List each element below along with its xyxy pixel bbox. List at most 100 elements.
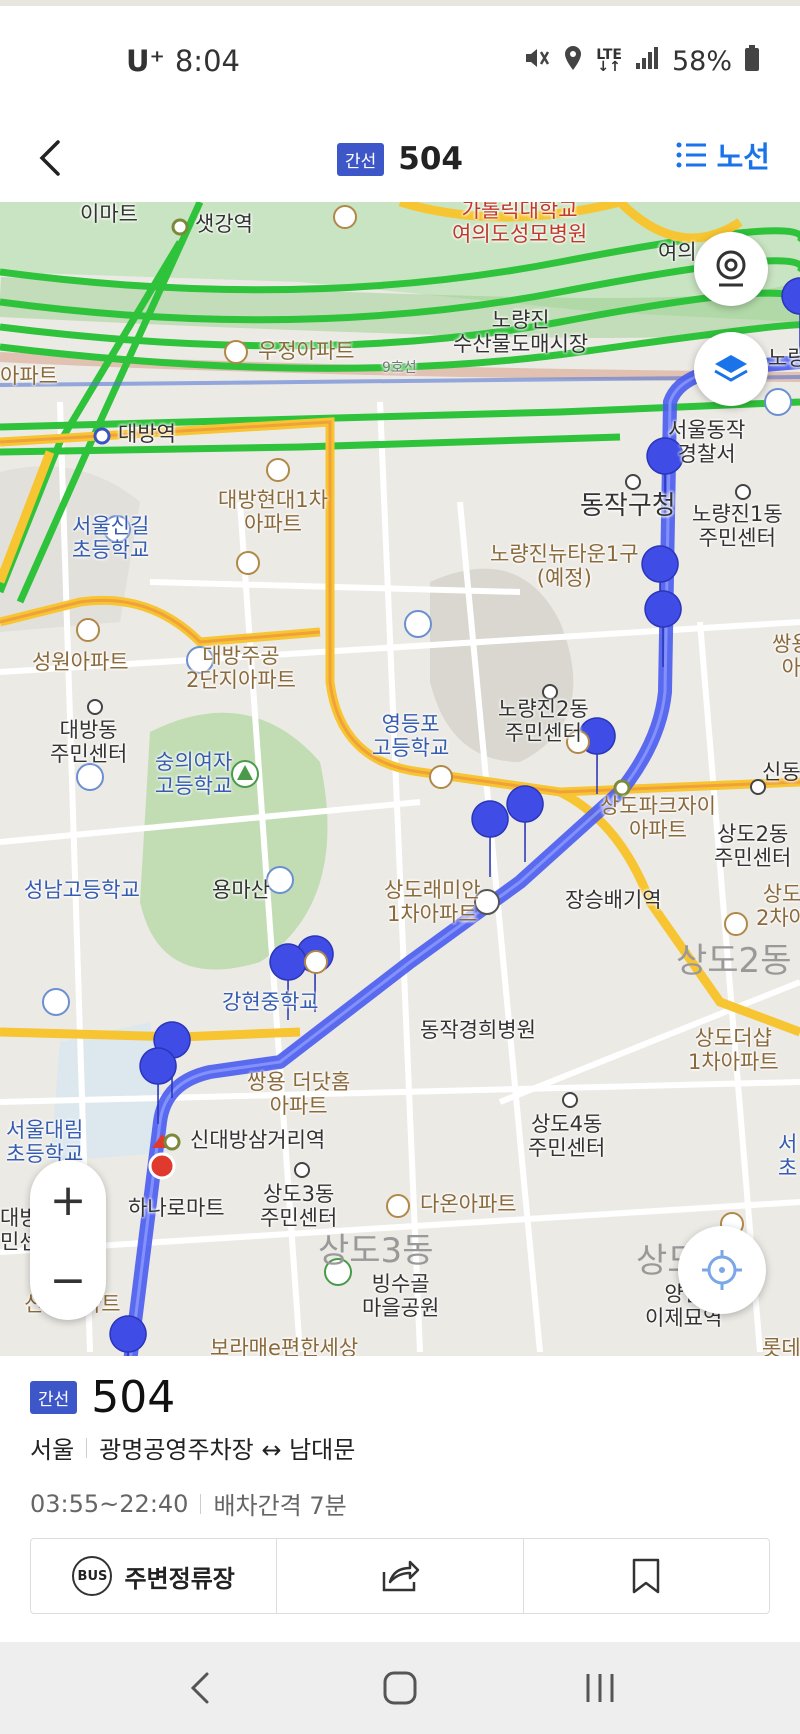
route-list-button[interactable]: 노선 xyxy=(675,134,770,176)
map-label: 이마트 xyxy=(80,202,138,226)
battery-percent: 58% xyxy=(671,45,732,77)
operating-hours: 03:55~22:40 xyxy=(30,1489,189,1518)
carrier-label: U⁺ xyxy=(126,44,165,78)
map-label: 서울동작 경찰서 xyxy=(668,418,746,467)
route-type-badge: 간선 xyxy=(30,1381,78,1414)
nearby-stops-button[interactable]: BUS 주변정류장 xyxy=(31,1539,278,1613)
map-label: 상도더샵 1차아파트 xyxy=(688,1026,779,1075)
current-location-button[interactable] xyxy=(678,1226,766,1314)
map-label: 노량진뉴타운1구 (예정) xyxy=(490,542,639,591)
map-label: 우정아파트 xyxy=(258,339,355,363)
divider xyxy=(86,1437,88,1458)
route-number: 504 xyxy=(91,1372,176,1423)
map-label: 노량진 수산물도매시장 xyxy=(453,308,589,357)
street-view-button[interactable] xyxy=(694,232,768,306)
battery-icon xyxy=(744,44,760,79)
map-label: 신대방삼거리역 xyxy=(190,1128,326,1152)
bus-icon: BUS xyxy=(72,1556,113,1596)
map-label: 노량진2동 주민센터 xyxy=(498,697,589,746)
map-view[interactable]: 이마트 샛강역 가톨릭대학교 여의도성모병원 여의 노량진 수산물도매시장 우정아파… xyxy=(0,202,800,1356)
map-label: 쌍용아 xyxy=(772,632,800,681)
map-label: 하나로마트 xyxy=(128,1196,225,1220)
share-button[interactable] xyxy=(277,1539,524,1613)
map-label: 샛강역 xyxy=(195,212,253,236)
panel-title: 간선 504 xyxy=(30,1372,175,1423)
map-label: 쌍용 더닷홈 아파트 xyxy=(247,1070,351,1119)
map-label: 장승배기역 xyxy=(565,888,662,912)
crosshair-icon xyxy=(702,1250,742,1290)
route-endpoints-label: 광명공영주차장 ↔ 남대문 xyxy=(99,1436,356,1464)
zoom-out-button[interactable]: − xyxy=(30,1240,106,1320)
system-nav-bar xyxy=(0,1642,800,1734)
map-label: 영등포 고등학교 xyxy=(372,712,450,761)
map-label: 상도2동 주민센터 xyxy=(714,822,792,871)
map-label: 상도4동 주민센터 xyxy=(528,1112,606,1161)
map-label: 대방동 주민센터 xyxy=(50,718,128,767)
divider xyxy=(200,1493,202,1514)
operating-info: 03:55~22:40 배차간격 7분 xyxy=(30,1486,347,1521)
map-label: 상도3동 주민센터 xyxy=(260,1182,338,1231)
clock: 8:04 xyxy=(174,44,240,78)
share-icon xyxy=(382,1560,420,1592)
map-label: 숭의여자 고등학교 xyxy=(155,750,233,799)
map-label: 동작경희병원 xyxy=(420,1018,536,1042)
map-label: 용마산 xyxy=(212,878,270,902)
map-label: 서울신길 초등학교 xyxy=(72,514,150,563)
map-label: 상도래미안 1차아파트 xyxy=(384,878,481,927)
route-type-badge: 간선 xyxy=(337,142,385,176)
map-label: 다온아파트 xyxy=(420,1192,517,1216)
map-label: 롯데 xyxy=(762,1336,800,1356)
map-label: 노량 xyxy=(768,346,800,370)
map-label: 상도2동 xyxy=(676,941,792,981)
region-label: 서울 xyxy=(30,1436,75,1464)
map-label: 상도파크자이 아파트 xyxy=(600,794,716,843)
bookmark-button[interactable] xyxy=(524,1539,769,1613)
map-label: 여의 xyxy=(658,240,697,264)
zoom-in-button[interactable]: + xyxy=(30,1160,106,1240)
map-label: 신동 xyxy=(762,760,800,784)
mute-icon xyxy=(522,44,550,79)
status-bar: U⁺ 8:04 LTE ↓↑ 58% xyxy=(0,6,800,116)
zoom-control: + − xyxy=(30,1160,106,1320)
list-icon xyxy=(676,142,706,168)
map-label: 보라매e편한세상 xyxy=(210,1336,359,1356)
back-button[interactable] xyxy=(22,128,82,188)
map-label: 성원아파트 xyxy=(32,650,129,674)
route-endpoints: 서울 광명공영주차장 ↔ 남대문 xyxy=(30,1430,355,1465)
dispatch-interval: 배차간격 7분 xyxy=(213,1492,347,1520)
chevron-left-icon xyxy=(190,1672,209,1704)
route-list-label: 노선 xyxy=(716,140,770,174)
recents-icon xyxy=(586,1674,614,1702)
signal-icon xyxy=(634,45,660,78)
map-label: 대방역 xyxy=(118,422,176,446)
map-label: 성남고등학교 xyxy=(24,878,140,902)
nav-back-button[interactable] xyxy=(155,1653,245,1723)
lte-icon: LTE ↓↑ xyxy=(596,47,622,75)
layers-icon xyxy=(714,355,748,382)
map-label: 대방주공 2단지아파트 xyxy=(186,644,296,693)
map-label: 노량진1동 주민센터 xyxy=(692,502,783,551)
layers-button[interactable] xyxy=(694,332,768,406)
map-label: 빙수골 마을공원 xyxy=(362,1272,440,1321)
street-view-icon xyxy=(716,250,746,287)
nearby-stops-label: 주변정류장 xyxy=(124,1564,235,1593)
bookmark-icon xyxy=(633,1558,660,1594)
map-label: 대방현대1차 아파트 xyxy=(218,488,328,537)
nav-home-button[interactable] xyxy=(355,1653,445,1723)
page-title: 504 xyxy=(398,141,463,177)
route-info-panel: 간선 504 서울 광명공영주차장 ↔ 남대문 03:55~22:40 배차간격… xyxy=(0,1356,800,1642)
map-label: 서초 xyxy=(778,1132,798,1181)
map-label: 아파트 xyxy=(0,364,58,388)
map-label: 동작구청 xyxy=(580,491,676,521)
home-icon xyxy=(383,1671,417,1705)
location-icon xyxy=(562,44,584,79)
map-label: 가톨릭대학교 여의도성모병원 xyxy=(452,202,588,247)
map-label: 상도3동 xyxy=(318,1231,434,1271)
map-label: 강현중학교 xyxy=(222,990,319,1014)
map-label: 상도 2차아 xyxy=(756,882,800,931)
map-label: 9호선 xyxy=(382,360,417,376)
nav-recents-button[interactable] xyxy=(555,1653,645,1723)
action-bar: BUS 주변정류장 xyxy=(30,1538,770,1614)
app-header: 간선 504 노선 xyxy=(0,116,800,202)
chevron-left-icon xyxy=(39,140,60,176)
